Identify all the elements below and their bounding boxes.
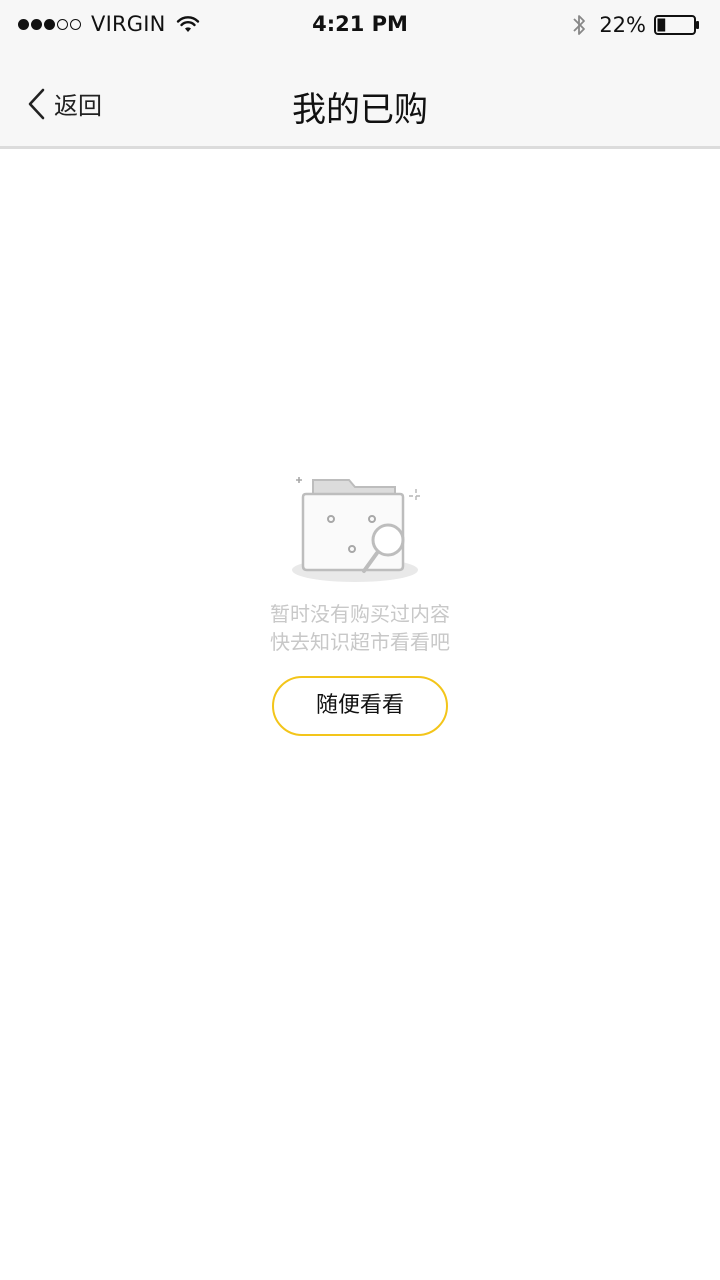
browse-button[interactable]: 随便看看 [272,676,448,736]
battery-icon [654,15,699,35]
navigation-bar: 返回 我的已购 [0,52,720,149]
status-right: 22% [571,12,700,38]
battery-percent: 22% [599,13,646,37]
empty-message-line-1: 暂时没有购买过内容 [270,602,450,626]
empty-folder-search-icon [292,477,423,582]
page-title: 我的已购 [292,90,428,130]
empty-message-line-2: 快去知识超市看看吧 [270,630,450,654]
empty-state: 暂时没有购买过内容 快去知识超市看看吧 随便看看 [0,470,720,736]
status-bar: VIRGIN 4:21 PM 22% [0,0,720,52]
empty-message: 暂时没有购买过内容 快去知识超市看看吧 [0,600,720,656]
bluetooth-icon [573,15,586,35]
